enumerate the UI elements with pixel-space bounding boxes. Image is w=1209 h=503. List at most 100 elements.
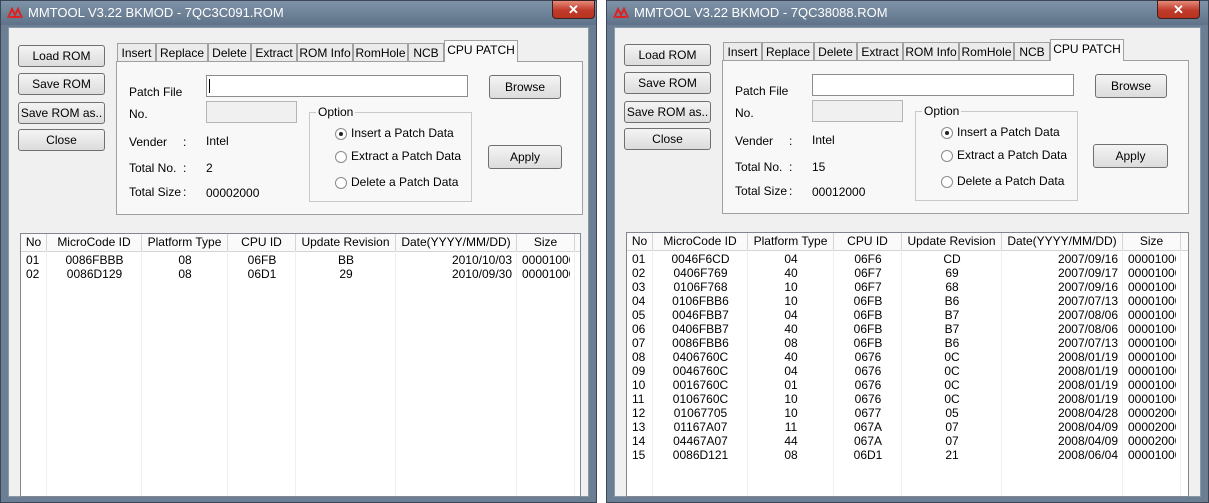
title-bar[interactable]: MMTOOL V3.22 BKMOD - 7QC3C091.ROM ✕ [1,0,596,25]
table-row[interactable]: 01 0086FBBB 08 06FB BB 2010/10/03 00001000 [21,253,575,267]
table-row[interactable]: 12 01067705 10 0677 05 2008/04/28 00002000 [627,406,1181,420]
tab-romhole[interactable]: RomHole [353,43,408,61]
tab-insert[interactable]: Insert [723,42,762,60]
table-row[interactable]: 13 01167A07 11 067A 07 2008/04/09 00002000 [627,420,1181,434]
radio-insert-patch[interactable] [335,128,347,140]
cell-size: 00001000 [1128,252,1176,266]
window-close-button[interactable]: ✕ [1157,0,1200,19]
tab-cpu-patch[interactable]: CPU PATCH [1050,39,1124,61]
table-row[interactable]: 10 0016760C 01 0676 0C 2008/01/19 00001000 [627,378,1181,392]
cell-cpu-id: 0676 [854,392,882,406]
radio-extract-patch[interactable] [941,150,953,162]
close-button[interactable]: Close [18,129,105,151]
radio-extract-patch[interactable] [335,151,347,163]
header-col-update-revision[interactable]: Update Revision [902,233,1002,250]
apply-button[interactable]: Apply [1093,144,1168,168]
header-col-platform-type[interactable]: Platform Type [142,234,228,251]
no-label: No. [735,106,754,120]
cell-platform-type: 08 [178,253,192,267]
cell-platform-type: 08 [784,336,798,350]
table-row[interactable]: 14 04467A07 44 067A 07 2008/04/09 00002000 [627,434,1181,448]
tab-insert[interactable]: Insert [117,43,156,61]
cell-update-revision: 69 [945,266,959,280]
vender-label: Vender [129,135,168,149]
load-rom-button[interactable]: Load ROM [18,45,105,67]
close-button[interactable]: Close [624,128,711,150]
header-col-size[interactable]: Size [517,234,575,251]
title-bar[interactable]: MMTOOL V3.22 BKMOD - 7QC38088.ROM ✕ [607,0,1208,25]
patch-list[interactable]: No MicroCode ID Platform Type CPU ID Update … [20,233,581,497]
table-row[interactable]: 05 0046FBB7 04 06FB B7 2007/08/06 00001000 [627,308,1181,322]
cell-size: 00001000 [1128,294,1176,308]
header-col-cpu-id[interactable]: CPU ID [834,233,902,250]
header-col-platform-type[interactable]: Platform Type [748,233,834,250]
cell-platform-type: 10 [784,294,798,308]
header-col-date[interactable]: Date(YYYY/MM/DD) [396,234,517,251]
option-insert-label[interactable]: Insert a Patch Data [957,125,1060,139]
option-delete-label[interactable]: Delete a Patch Data [957,174,1064,188]
option-extract-label[interactable]: Extract a Patch Data [957,148,1067,162]
cell-date: 2008/06/04 [1057,448,1118,462]
patch-file-input[interactable] [206,75,468,97]
tab-delete[interactable]: Delete [208,43,251,61]
cell-cpu-id: 06FB [853,336,883,350]
radio-delete-patch[interactable] [941,176,953,188]
cell-platform-type: 08 [178,267,192,281]
tab-ncb[interactable]: NCB [408,43,444,61]
header-col-cpu-id[interactable]: CPU ID [228,234,296,251]
cell-cpu-id: 06FB [247,253,277,267]
save-rom-as-button[interactable]: Save ROM as.. [624,101,711,123]
tab-replace[interactable]: Replace [156,43,208,61]
table-row[interactable]: 15 0086D121 08 06D1 21 2008/06/04 00001000 [627,448,1181,462]
table-row[interactable]: 04 0106FBB6 10 06FB B6 2007/07/13 00001000 [627,294,1181,308]
tab-replace[interactable]: Replace [762,42,814,60]
header-col-microcode-id[interactable]: MicroCode ID [653,233,748,250]
save-rom-button[interactable]: Save ROM [624,72,711,94]
patch-file-input[interactable] [812,74,1074,96]
patch-list[interactable]: No MicroCode ID Platform Type CPU ID Update … [626,232,1189,497]
cell-no: 01 [632,252,646,266]
table-row[interactable]: 03 0106F768 10 06F7 68 2007/09/16 00001000 [627,280,1181,294]
table-row[interactable]: 11 0106760C 10 0676 0C 2008/01/19 00001000 [627,392,1181,406]
header-col-update-revision[interactable]: Update Revision [296,234,396,251]
save-rom-as-button[interactable]: Save ROM as.. [18,102,105,124]
tab-extract[interactable]: Extract [251,43,297,61]
header-col-size[interactable]: Size [1123,233,1181,250]
tab-rom-info[interactable]: ROM Info [903,42,959,60]
tab-rom-info[interactable]: ROM Info [297,43,353,61]
cell-microcode-id: 0106F768 [673,280,728,294]
cell-no: 02 [632,266,646,280]
option-extract-label[interactable]: Extract a Patch Data [351,149,461,163]
cell-size: 00001000 [1128,266,1176,280]
total-no-value: 15 [812,160,826,174]
cell-size: 00001000 [1128,378,1176,392]
table-row[interactable]: 06 0406FBB7 40 06FB B7 2007/08/06 00001000 [627,322,1181,336]
tab-extract[interactable]: Extract [857,42,903,60]
window-close-button[interactable]: ✕ [552,0,595,19]
table-row[interactable]: 09 0046760C 04 0676 0C 2008/01/19 00001000 [627,364,1181,378]
option-delete-label[interactable]: Delete a Patch Data [351,175,458,189]
header-col-microcode-id[interactable]: MicroCode ID [47,234,142,251]
tab-ncb[interactable]: NCB [1014,42,1050,60]
apply-button[interactable]: Apply [488,145,562,169]
browse-button[interactable]: Browse [1095,74,1167,98]
tab-romhole[interactable]: RomHole [959,42,1014,60]
radio-insert-patch[interactable] [941,127,953,139]
radio-delete-patch[interactable] [335,177,347,189]
table-row[interactable]: 01 0046F6CD 04 06F6 CD 2007/09/16 00001000 [627,252,1181,266]
header-col-no[interactable]: No [21,234,47,251]
header-col-no[interactable]: No [627,233,653,250]
browse-button[interactable]: Browse [489,75,561,99]
header-col-date[interactable]: Date(YYYY/MM/DD) [1002,233,1123,250]
option-insert-label[interactable]: Insert a Patch Data [351,126,454,140]
table-row[interactable]: 08 0406760C 40 0676 0C 2008/01/19 00001000 [627,350,1181,364]
table-row[interactable]: 07 0086FBB6 08 06FB B6 2007/07/13 00001000 [627,336,1181,350]
tab-delete[interactable]: Delete [814,42,857,60]
save-rom-button[interactable]: Save ROM [18,73,105,95]
cell-size: 00001000 [1128,336,1176,350]
table-row[interactable]: 02 0086D129 08 06D1 29 2010/09/30 00001000 [21,267,575,281]
tab-cpu-patch[interactable]: CPU PATCH [444,40,518,62]
cell-cpu-id: 06D1 [247,267,277,281]
table-row[interactable]: 02 0406F769 40 06F7 69 2007/09/17 00001000 [627,266,1181,280]
load-rom-button[interactable]: Load ROM [624,44,711,66]
